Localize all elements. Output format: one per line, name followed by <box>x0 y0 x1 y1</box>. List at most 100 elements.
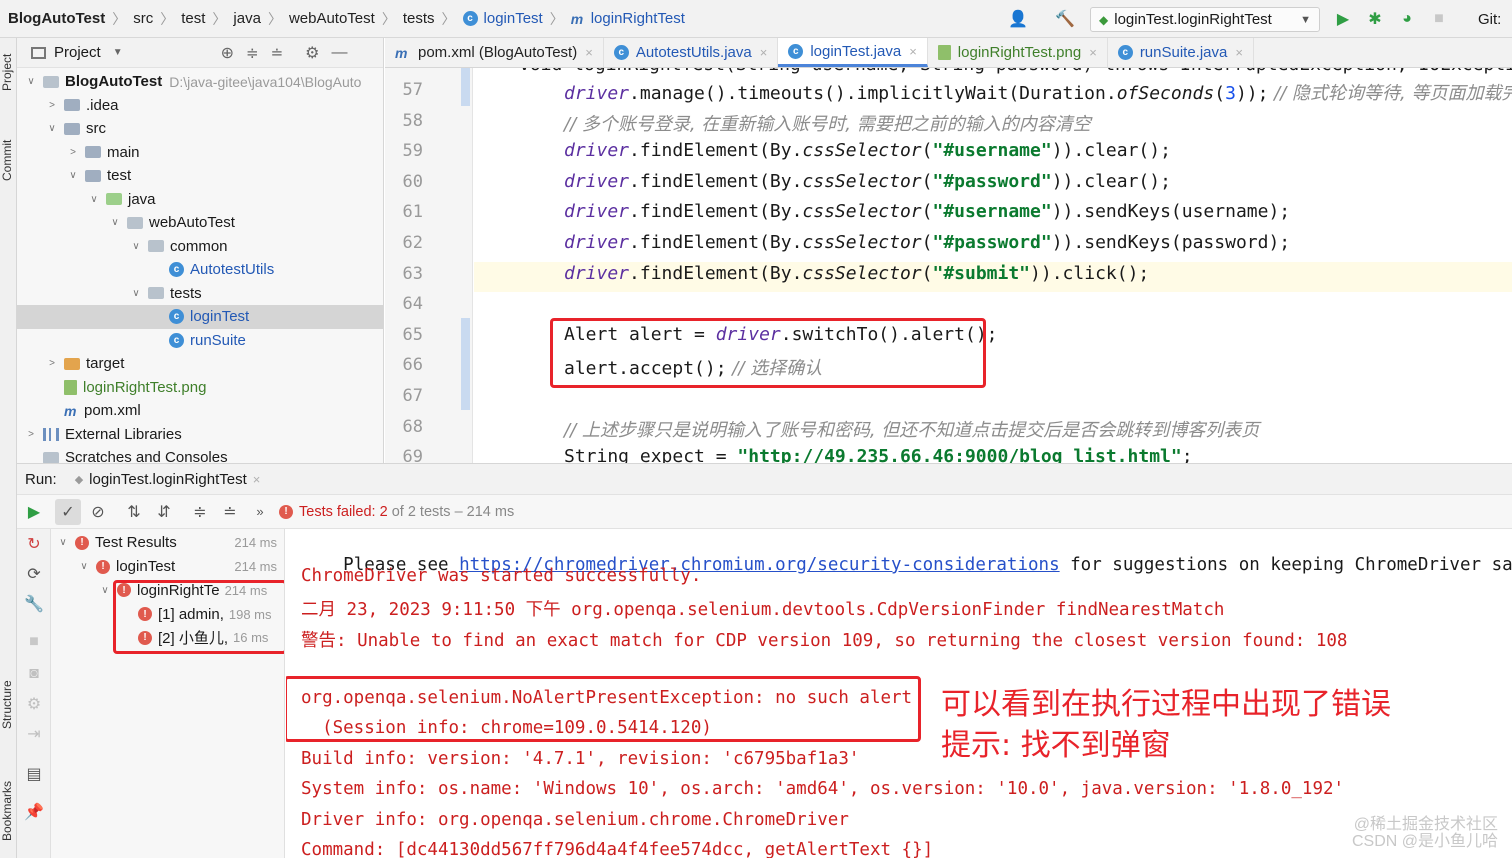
chevron-down-icon[interactable]: ∨ <box>130 241 142 252</box>
chevron-down-icon[interactable]: ∨ <box>99 585 111 596</box>
debug-icon[interactable]: ✱ <box>1362 6 1388 32</box>
code-token: .click(); <box>1051 262 1150 284</box>
code-token: String expect = <box>564 446 738 463</box>
tree-item[interactable]: ∨ java <box>17 188 383 212</box>
expand-all-icon[interactable]: ≑ <box>187 499 213 525</box>
test-result-label: Test Results <box>95 534 177 552</box>
tree-item[interactable]: > .idea <box>17 94 383 118</box>
project-panel-title[interactable]: Project <box>54 44 101 61</box>
breadcrumb-item[interactable]: java <box>233 10 261 27</box>
tree-item[interactable]: c AutotestUtils <box>17 258 383 282</box>
toggle-auto-test-icon[interactable]: ⟳ <box>21 561 47 587</box>
commit-tool-tab[interactable]: Commit <box>0 130 17 190</box>
close-icon[interactable]: × <box>909 44 917 59</box>
editor-tab-label: loginRightTest.png <box>957 44 1082 61</box>
tree-item[interactable]: ∨ tests <box>17 282 383 306</box>
settings-icon[interactable]: ⚙ <box>21 691 47 717</box>
chevron-down-icon[interactable]: ∨ <box>25 76 37 87</box>
close-icon[interactable]: × <box>253 472 261 487</box>
bookmarks-tool-tab[interactable]: Bookmarks <box>0 766 17 856</box>
show-passed-icon[interactable]: ✓ <box>55 498 81 525</box>
close-icon[interactable]: × <box>1089 45 1097 60</box>
stop-icon[interactable]: ■ <box>1426 6 1452 32</box>
user-icon[interactable]: 👤 <box>1005 6 1031 32</box>
tree-item[interactable]: Scratches and Consoles <box>17 446 383 463</box>
chevron-down-icon[interactable]: ∨ <box>88 194 100 205</box>
tree-item[interactable]: ∨ common <box>17 235 383 259</box>
tree-item[interactable]: ∨ webAutoTest <box>17 211 383 235</box>
pin-icon[interactable]: 📌 <box>21 799 47 825</box>
tree-item[interactable]: c runSuite <box>17 329 383 353</box>
code-line: driver.findElement(By.cssSelector("#pass… <box>564 232 1290 253</box>
test-result-row[interactable]: ∨! loginTest 214 ms <box>51 555 284 579</box>
tree-item[interactable]: ∨ src <box>17 117 383 141</box>
run-configuration-select[interactable]: ◆ loginTest.loginRightTest ▼ <box>1090 7 1320 32</box>
chevron-right-icon[interactable]: > <box>67 147 79 158</box>
tree-item[interactable]: > main <box>17 141 383 165</box>
more-icon[interactable]: » <box>247 499 273 525</box>
code-token: driver <box>564 140 630 162</box>
tree-item[interactable]: ∨ BlogAutoTest D:\java-gitee\java104\BlogA… <box>17 70 383 94</box>
chevron-down-icon[interactable]: ∨ <box>78 561 90 572</box>
editor-tab-label: runSuite.java <box>1139 44 1228 61</box>
chevron-right-icon[interactable]: > <box>46 358 58 369</box>
locate-icon[interactable]: ⊕ <box>221 43 234 63</box>
close-icon[interactable]: × <box>760 45 768 60</box>
editor-tab[interactable]: c loginTest.java × <box>778 38 928 67</box>
vcs-update-icon[interactable]: ↙ <box>1507 6 1512 32</box>
build-hammer-icon[interactable]: 🔨 <box>1052 6 1078 32</box>
wrench-icon[interactable]: 🔧 <box>21 591 47 617</box>
camera-icon[interactable]: ◙ <box>21 661 47 687</box>
chevron-down-icon[interactable]: ∨ <box>130 288 142 299</box>
chevron-down-icon[interactable]: ∨ <box>67 170 79 181</box>
collapse-all-icon[interactable]: ≐ <box>217 499 243 525</box>
tree-item-label: main <box>107 143 140 161</box>
run-config-tab[interactable]: ◆ loginTest.loginRightTest × <box>75 471 261 488</box>
sort-alpha-icon[interactable]: ⇅ <box>121 499 147 525</box>
code-editor[interactable]: void loginRightTest(String username, Str… <box>474 68 1512 463</box>
breadcrumb-item[interactable]: webAutoTest <box>289 10 375 27</box>
chevron-down-icon[interactable]: ∨ <box>109 217 121 228</box>
editor-tab[interactable]: c AutotestUtils.java × <box>604 38 779 67</box>
tree-item[interactable]: ∨ test <box>17 164 383 188</box>
breadcrumb-item[interactable]: BlogAutoTest <box>8 10 105 27</box>
breadcrumb-item[interactable]: tests <box>403 10 435 27</box>
editor-tab[interactable]: loginRightTest.png × <box>928 38 1108 67</box>
test-result-row[interactable]: ∨! Test Results 214 ms <box>51 531 284 555</box>
rerun-icon[interactable]: ▶ <box>21 499 47 525</box>
editor-tab[interactable]: m pom.xml (BlogAutoTest) × <box>385 38 604 67</box>
breadcrumb-item[interactable]: c loginTest <box>462 10 543 27</box>
tree-item[interactable]: c loginTest <box>17 305 383 329</box>
hide-panel-icon[interactable]: — <box>332 44 348 62</box>
structure-tool-tab[interactable]: Structure <box>0 666 17 744</box>
close-icon[interactable]: × <box>585 45 593 60</box>
expand-all-icon[interactable]: ≑ <box>246 44 259 62</box>
chevron-down-icon[interactable]: ∨ <box>46 123 58 134</box>
code-token: driver <box>564 232 630 253</box>
breadcrumb-item[interactable]: test <box>181 10 205 27</box>
editor-tab[interactable]: c runSuite.java × <box>1108 38 1254 67</box>
rerun-failed-icon[interactable]: ↻ <box>21 531 47 557</box>
breadcrumb-item[interactable]: src <box>133 10 153 27</box>
chevron-right-icon[interactable]: > <box>25 429 37 440</box>
layout-icon[interactable]: ▤ <box>21 761 47 787</box>
tree-item[interactable]: m pom.xml <box>17 399 383 423</box>
coverage-icon[interactable]: ◕ <box>1394 6 1420 32</box>
run-icon[interactable]: ▶ <box>1330 6 1356 32</box>
close-icon[interactable]: × <box>1235 45 1243 60</box>
tree-item[interactable]: > External Libraries <box>17 423 383 447</box>
import-icon[interactable]: ⇥ <box>21 721 47 747</box>
chevron-right-icon[interactable]: > <box>46 100 58 111</box>
stop-icon[interactable]: ■ <box>21 629 47 655</box>
tree-item[interactable]: loginRightTest.png <box>17 376 383 400</box>
chevron-down-icon[interactable]: ▼ <box>113 47 123 58</box>
tree-item[interactable]: > target <box>17 352 383 376</box>
chevron-down-icon[interactable]: ∨ <box>57 537 69 548</box>
collapse-all-icon[interactable]: ≐ <box>271 44 284 62</box>
class-icon: c <box>1117 45 1133 60</box>
project-tool-tab[interactable]: Project <box>0 44 17 100</box>
sort-duration-icon[interactable]: ⇵ <box>151 499 177 525</box>
breadcrumb-item[interactable]: m loginRightTest <box>571 10 685 27</box>
gear-icon[interactable]: ⚙ <box>305 43 319 63</box>
show-ignored-icon[interactable]: ⊘ <box>85 499 111 525</box>
